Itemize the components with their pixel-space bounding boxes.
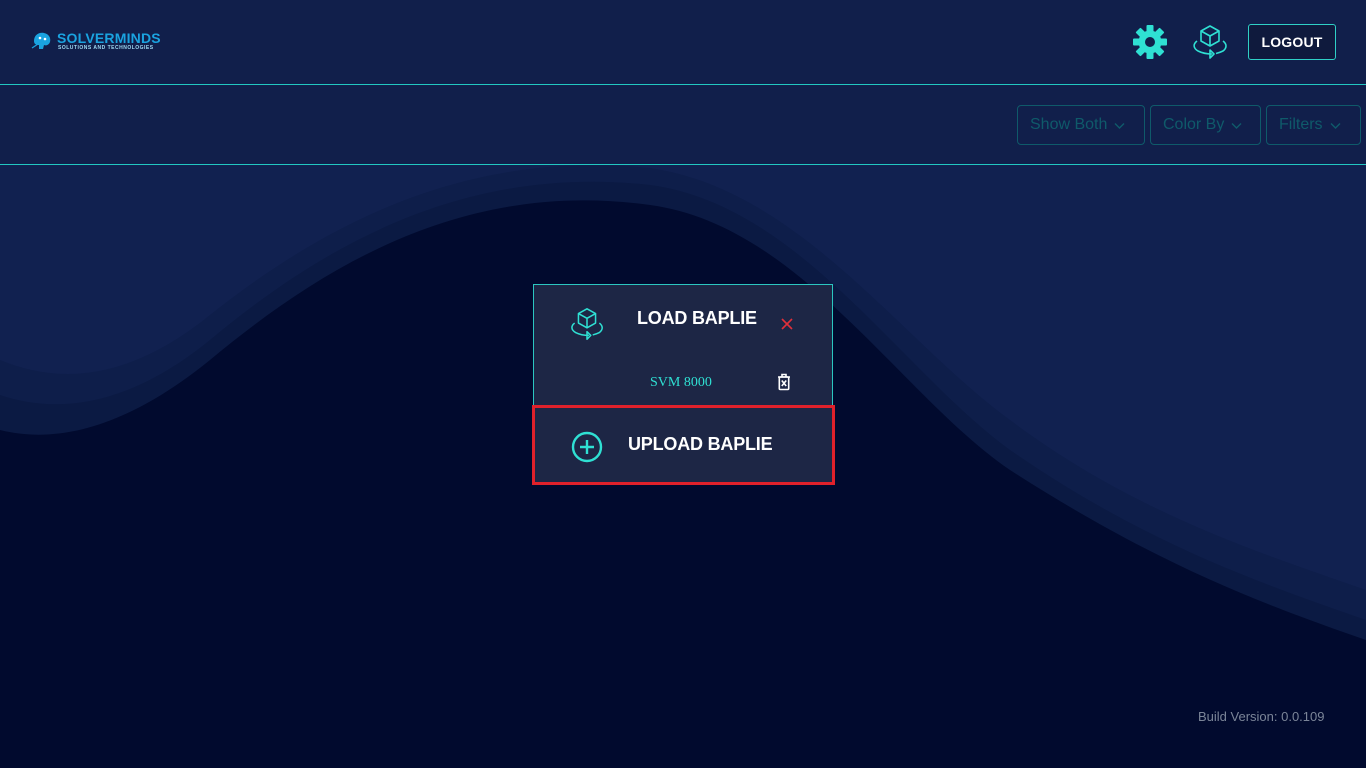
dialog-header: LOAD BAPLIE — [533, 284, 833, 362]
logout-button[interactable]: LOGOUT — [1248, 24, 1336, 60]
upload-baplie-label: UPLOAD BAPLIE — [628, 434, 773, 454]
gear-icon[interactable] — [1132, 24, 1168, 60]
view-toolbar: Show Both Color By Filters — [0, 85, 1366, 165]
baplie-list-item: SVM 8000 — [533, 361, 833, 405]
logo-tagline: SOLUTIONS AND TECHNOLOGIES — [58, 44, 154, 51]
delete-icon[interactable] — [776, 372, 792, 392]
load-baplie-dialog: LOAD BAPLIE SVM 8000 — [533, 284, 833, 405]
color-by-dropdown[interactable]: Color By — [1150, 105, 1261, 145]
filters-label: Filters — [1279, 116, 1323, 133]
dialog-title: LOAD BAPLIE — [637, 308, 757, 328]
solverminds-logo: SOLVERMINDS SOLUTIONS AND TECHNOLOGIES — [30, 28, 161, 54]
plus-circle-icon — [571, 431, 603, 463]
logo-name: SOLVERMINDS — [57, 29, 161, 46]
build-version: Build Version: 0.0.109 — [1198, 709, 1325, 724]
baplie-item-label[interactable]: SVM 8000 — [650, 375, 712, 391]
chevron-down-icon — [1231, 122, 1242, 129]
brain-logo-icon — [31, 32, 51, 49]
cube-rotate-icon[interactable] — [1190, 22, 1230, 62]
chevron-down-icon — [1114, 122, 1125, 129]
show-both-dropdown[interactable]: Show Both — [1017, 105, 1145, 145]
cube-rotate-icon — [571, 308, 603, 340]
close-icon[interactable] — [780, 317, 794, 331]
app-header: SOLVERMINDS SOLUTIONS AND TECHNOLOGIES L… — [0, 0, 1366, 85]
show-both-label: Show Both — [1030, 116, 1108, 133]
chevron-down-icon — [1330, 122, 1341, 129]
app-screen: SOLVERMINDS SOLUTIONS AND TECHNOLOGIES L… — [0, 0, 1366, 768]
color-by-label: Color By — [1163, 116, 1225, 133]
upload-baplie-button[interactable]: UPLOAD BAPLIE — [532, 405, 835, 485]
filters-dropdown[interactable]: Filters — [1266, 105, 1361, 145]
